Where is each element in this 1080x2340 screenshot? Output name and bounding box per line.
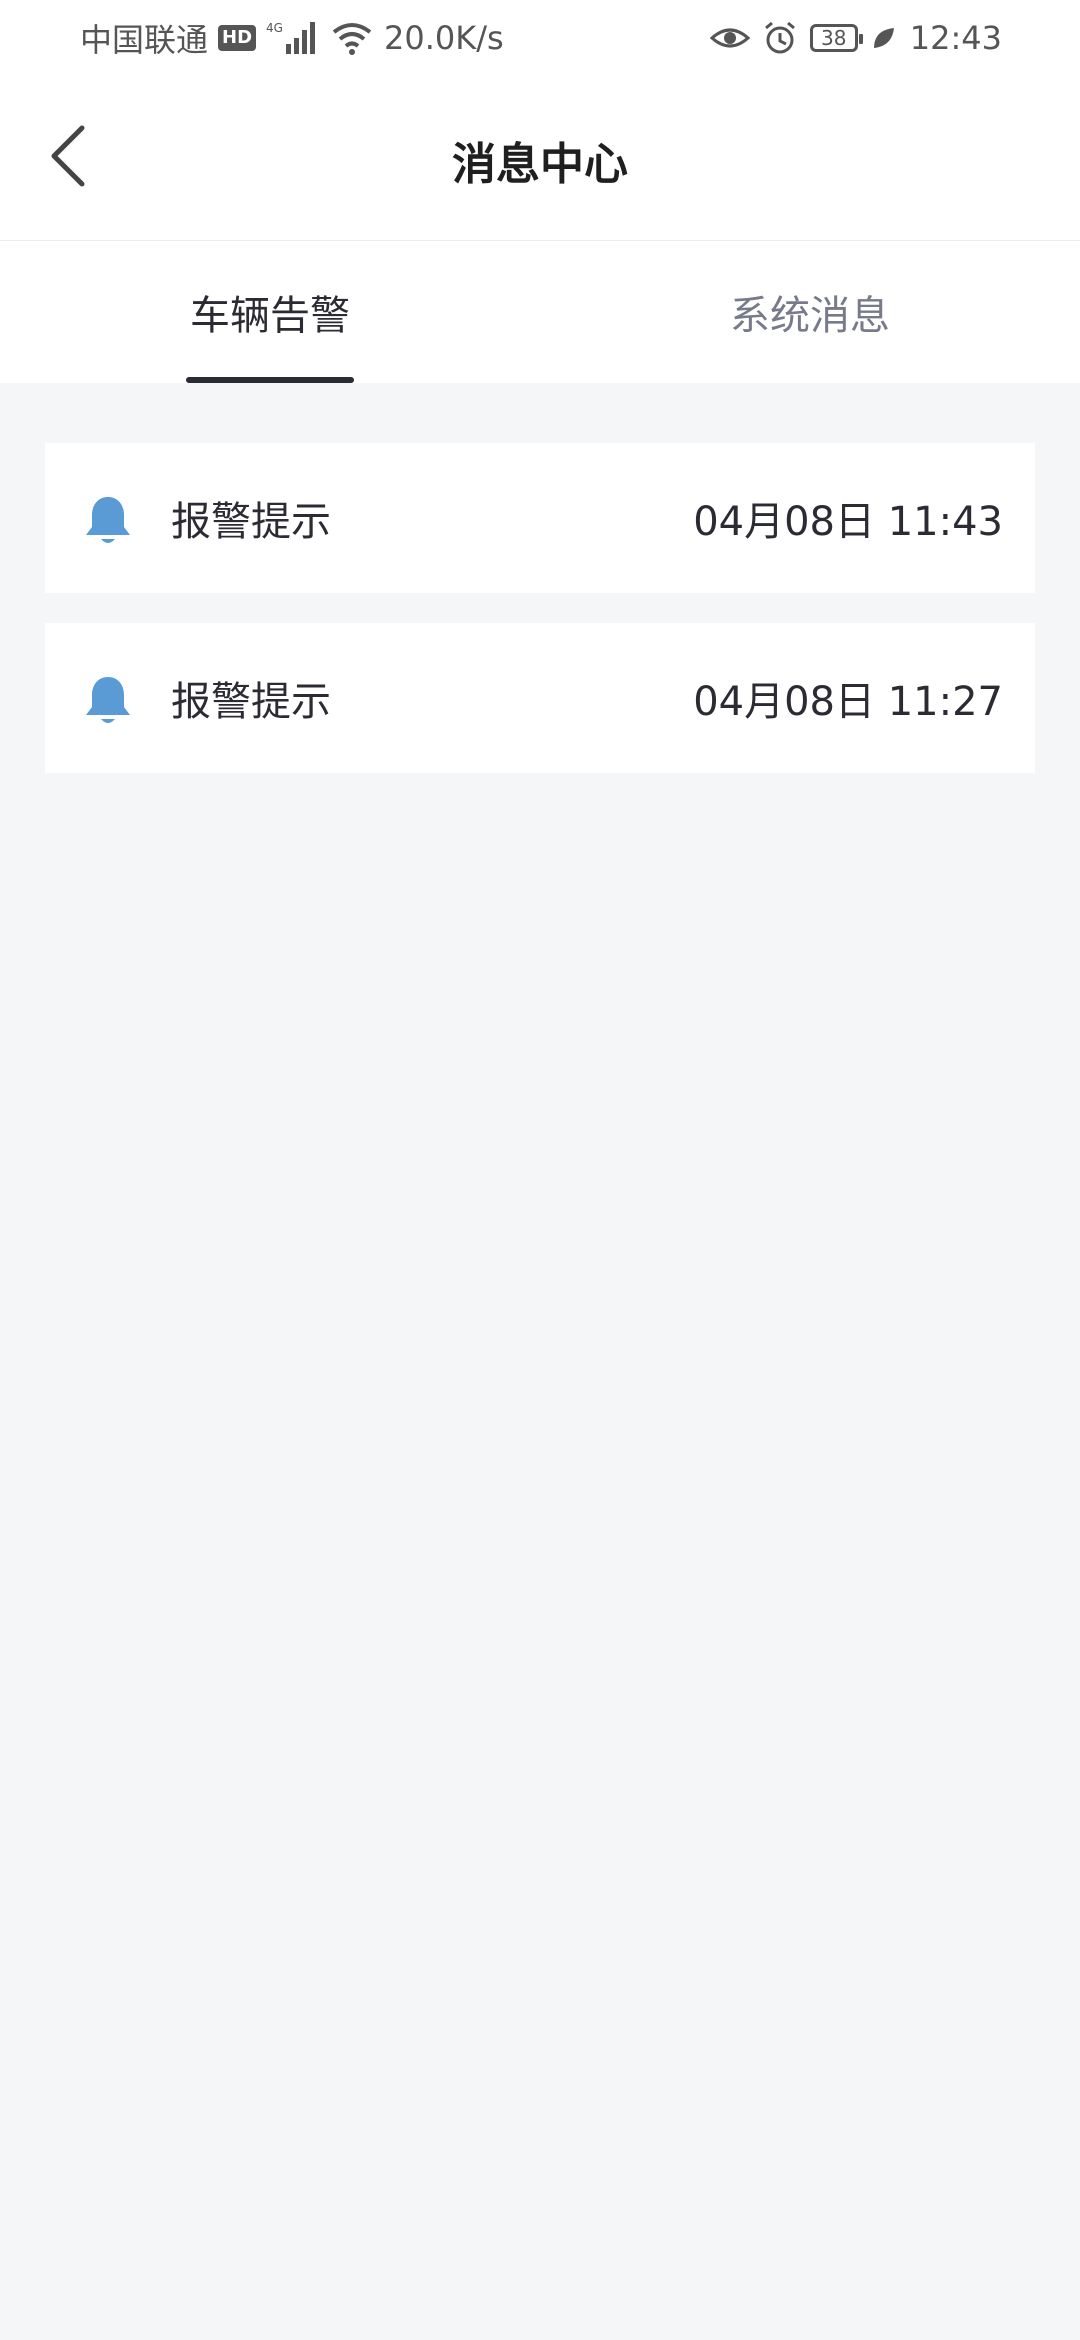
message-time: 04月08日 11:27: [693, 679, 1003, 725]
message-title: 报警提示: [171, 679, 331, 725]
hd-badge: HD: [218, 25, 257, 51]
status-bar: 中国联通 HD 4G 20.0K/s 38 12:43: [0, 0, 1080, 76]
battery-icon: 38: [809, 24, 863, 52]
wifi-icon: [332, 23, 372, 55]
signal-icon: 4G: [266, 21, 316, 54]
eye-icon: [709, 28, 750, 48]
message-time: 04月08日 11:43: [693, 499, 1003, 545]
list-item[interactable]: 报警提示 04月08日 11:27: [45, 623, 1035, 773]
battery-level: 38: [821, 26, 847, 50]
status-left: 中国联通 HD 4G 20.0K/s: [80, 14, 504, 62]
status-right: 38 12:43: [709, 14, 1002, 62]
message-title: 报警提示: [171, 499, 331, 545]
tab-label: 系统消息: [730, 293, 890, 339]
bell-icon: [86, 677, 130, 723]
tab-bar: 车辆告警 系统消息: [0, 241, 1080, 383]
alarm-icon: [764, 21, 795, 54]
tab-system-messages[interactable]: 系统消息: [540, 241, 1080, 383]
list-item[interactable]: 报警提示 04月08日 11:43: [45, 443, 1035, 593]
tab-vehicle-alerts[interactable]: 车辆告警: [0, 241, 540, 383]
message-list: 报警提示 04月08日 11:43 报警提示 04月08日 11:27: [45, 443, 1035, 803]
active-tab-indicator: [186, 377, 354, 383]
clock: 12:43: [909, 19, 1002, 57]
nav-bar: 消息中心: [0, 76, 1080, 241]
tab-label: 车辆告警: [190, 293, 350, 339]
leaf-icon: [873, 28, 894, 48]
bell-icon: [86, 497, 130, 543]
svg-text:4G: 4G: [266, 21, 283, 35]
network-speed: 20.0K/s: [384, 19, 504, 57]
page-title: 消息中心: [452, 139, 628, 190]
carrier-name: 中国联通: [80, 21, 209, 59]
